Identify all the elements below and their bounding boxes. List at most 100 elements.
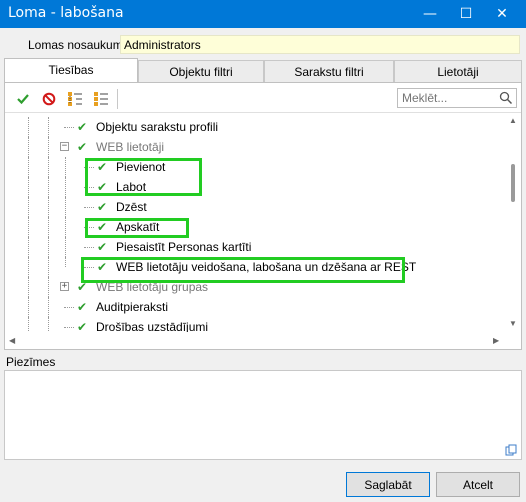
tree-guide (28, 277, 29, 297)
tree-guide (65, 177, 66, 197)
checked-icon[interactable]: ✔ (97, 200, 107, 214)
tree-guide (28, 137, 29, 157)
checked-icon[interactable]: ✔ (77, 320, 87, 332)
tree-item-label: Objektu sarakstu profili (96, 120, 219, 134)
copy-icon[interactable] (505, 444, 517, 456)
search-box (397, 88, 517, 108)
permissions-panel: ✔ Objektu sarakstu profili − ✔ WEB lieto… (4, 82, 522, 350)
tree-connector (64, 307, 74, 308)
tree-guide (65, 197, 66, 217)
tree-guide (48, 237, 49, 257)
vertical-scrollbar[interactable]: ▲ ▼ (505, 114, 521, 332)
tree-item-apskatit[interactable]: ✔ Apskatīt (5, 217, 505, 237)
minimize-icon: — (423, 6, 437, 22)
tab-sarakstu-filtri[interactable]: Sarakstu filtri (264, 60, 394, 82)
search-input[interactable] (398, 89, 494, 107)
tree-guide (48, 317, 49, 332)
tree-guide (28, 317, 29, 332)
tree-guide (28, 157, 29, 177)
highlight-box (81, 257, 405, 283)
tree-connector (64, 127, 74, 128)
check-icon (17, 94, 29, 105)
scroll-up-icon[interactable]: ▲ (509, 117, 517, 125)
tree-expand-icon (68, 92, 82, 106)
tree-guide (28, 117, 29, 137)
minimize-button[interactable]: — (412, 0, 448, 28)
no-entry-icon (42, 92, 56, 106)
tree-item-dzest[interactable]: ✔ Dzēst (5, 197, 505, 217)
close-button[interactable]: ✕ (484, 0, 520, 28)
tab-objektu-filtri[interactable]: Objektu filtri (138, 60, 264, 82)
tab-tiesibas[interactable]: Tiesības (4, 58, 138, 82)
tree-guide (65, 157, 66, 177)
tree-guide (48, 137, 49, 157)
tree-collapse-icon (94, 92, 108, 106)
dialog-footer: Saglabāt Atcelt (0, 462, 526, 502)
save-button[interactable]: Saglabāt (346, 472, 430, 497)
maximize-icon: ☐ (459, 6, 473, 22)
title-bar: Loma - labošana — ☐ ✕ (0, 0, 526, 28)
tree-item-labot[interactable]: ✔ Labot (5, 177, 505, 197)
tree-guide (48, 257, 49, 277)
tab-lietotaji[interactable]: Lietotāji (394, 60, 522, 82)
highlight-box (85, 158, 202, 196)
tree-item-label: Piesaistīt Personas kartīti (116, 240, 252, 254)
tree-item-label: Auditpieraksti (96, 300, 169, 314)
role-name-label: Lomas nosaukums: (28, 38, 133, 52)
window-title: Loma - labošana (8, 5, 124, 21)
tree-item-pievienot[interactable]: ✔ Pievienot (5, 157, 505, 177)
notes-label: Piezīmes (6, 355, 56, 369)
role-name-input[interactable] (120, 35, 520, 54)
tree-connector (64, 327, 74, 328)
notes-textarea[interactable] (4, 370, 522, 460)
tree-guide (65, 237, 66, 257)
tree-item-label: Drošības uzstādījumi (96, 320, 209, 332)
tree-guide (28, 257, 29, 277)
tree-item-piesaistit-personas-kartiti[interactable]: ✔ Piesaistīt Personas kartīti (5, 237, 505, 257)
tree-guide (48, 277, 49, 297)
permissions-toolbar (5, 83, 521, 113)
collapse-all-button[interactable] (91, 89, 111, 109)
tree-guide (28, 177, 29, 197)
tree-connector (84, 207, 94, 208)
checked-icon[interactable]: ✔ (77, 140, 87, 154)
tree-item-label: WEB lietotāji (96, 140, 165, 154)
tree-guide (48, 217, 49, 237)
tree-item-auditpieraksti[interactable]: ✔ Auditpieraksti (5, 297, 505, 317)
expand-all-button[interactable] (65, 89, 85, 109)
tree-guide (48, 177, 49, 197)
tab-strip: Tiesības Objektu filtri Sarakstu filtri … (4, 58, 522, 82)
checked-icon[interactable]: ✔ (77, 120, 87, 134)
expand-toggle-icon[interactable]: + (60, 282, 69, 291)
scroll-left-icon[interactable]: ◀ (9, 336, 15, 345)
collapse-toggle-icon[interactable]: − (60, 142, 69, 151)
permissions-tree: ✔ Objektu sarakstu profili − ✔ WEB lieto… (5, 114, 505, 332)
scroll-down-icon[interactable]: ▼ (509, 320, 517, 328)
tree-connector (84, 247, 94, 248)
cancel-button[interactable]: Atcelt (436, 472, 520, 497)
maximize-button[interactable]: ☐ (448, 0, 484, 28)
tree-guide (28, 217, 29, 237)
uncheck-all-button[interactable] (39, 89, 59, 109)
tree-guide (65, 257, 66, 267)
tree-item-drosibas-uzstadijumi[interactable]: ✔ Drošības uzstādījumi (5, 317, 505, 332)
check-all-button[interactable] (13, 89, 33, 109)
tree-guide (28, 237, 29, 257)
checked-icon[interactable]: ✔ (77, 300, 87, 314)
checked-icon[interactable]: ✔ (97, 240, 107, 254)
magnifier-icon[interactable] (499, 91, 513, 105)
close-icon: ✕ (496, 6, 508, 22)
highlight-box (85, 218, 189, 238)
tree-guide (28, 197, 29, 217)
tree-item-web-lietotaji[interactable]: − ✔ WEB lietotāji (5, 137, 505, 157)
horizontal-scrollbar[interactable]: ◀ ▶ (5, 332, 505, 349)
role-name-row: Lomas nosaukums: (0, 28, 526, 58)
tree-guide (48, 297, 49, 317)
scroll-right-icon[interactable]: ▶ (493, 336, 499, 345)
tree-item-objektu-sarakstu-profili[interactable]: ✔ Objektu sarakstu profili (5, 117, 505, 137)
tree-item-label: Dzēst (116, 200, 147, 214)
tree-guide (28, 297, 29, 317)
scroll-thumb[interactable] (511, 164, 515, 202)
toolbar-separator (117, 89, 118, 109)
tree-guide (65, 217, 66, 237)
